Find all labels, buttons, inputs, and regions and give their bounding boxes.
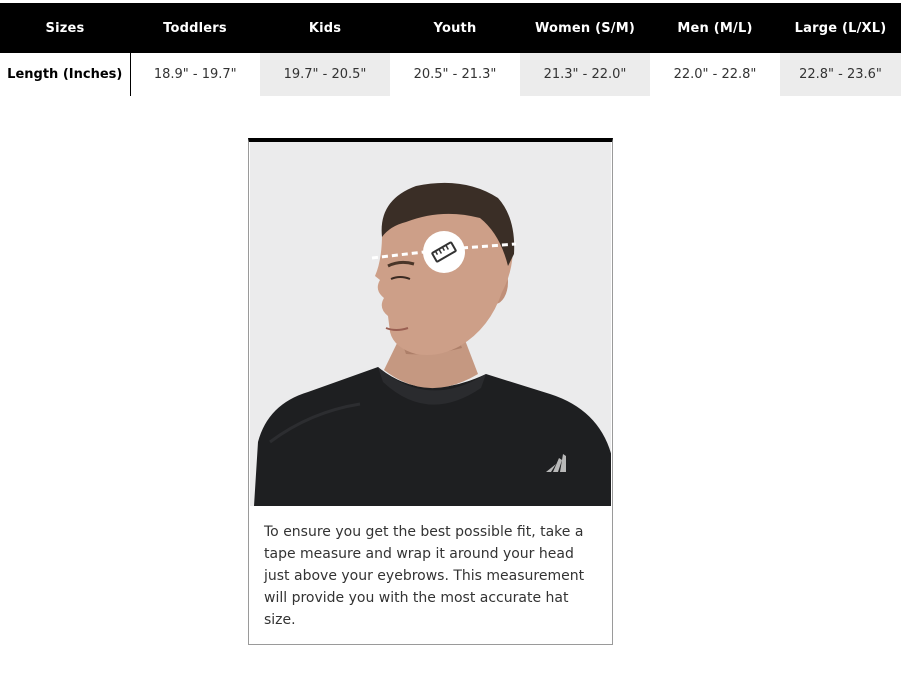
cell-toddlers: 18.9" - 19.7" — [153, 67, 237, 82]
measure-instructions: To ensure you get the best possible fit,… — [264, 524, 585, 628]
size-chart-table: Sizes Toddlers Kids Youth Women (S/M) Me… — [0, 3, 901, 96]
header-men: Men (M/L) — [650, 3, 780, 53]
header-large: Large (L/XL) — [780, 3, 901, 53]
header-kids: Kids — [260, 3, 390, 53]
cell-large: 22.8" - 23.6" — [780, 53, 901, 96]
size-chart-header-row: Sizes Toddlers Kids Youth Women (S/M) Me… — [0, 3, 901, 53]
row-label-length: Length (Inches) — [0, 53, 131, 96]
measure-guide-card: To ensure you get the best possible fit,… — [248, 138, 613, 645]
model-head-measure-photo — [250, 142, 611, 506]
cell-youth: 20.5" - 21.3" — [413, 67, 497, 82]
table-row: Length (Inches) 18.9" - 19.7" 19.7" - 20… — [0, 53, 901, 96]
header-toddlers: Toddlers — [130, 3, 260, 53]
header-youth: Youth — [390, 3, 520, 53]
cell-men: 22.0" - 22.8" — [673, 67, 757, 82]
cell-kids: 19.7" - 20.5" — [260, 53, 390, 96]
ruler-icon — [423, 231, 465, 273]
header-women: Women (S/M) — [520, 3, 650, 53]
header-sizes: Sizes — [0, 3, 130, 53]
cell-women: 21.3" - 22.0" — [520, 53, 650, 96]
